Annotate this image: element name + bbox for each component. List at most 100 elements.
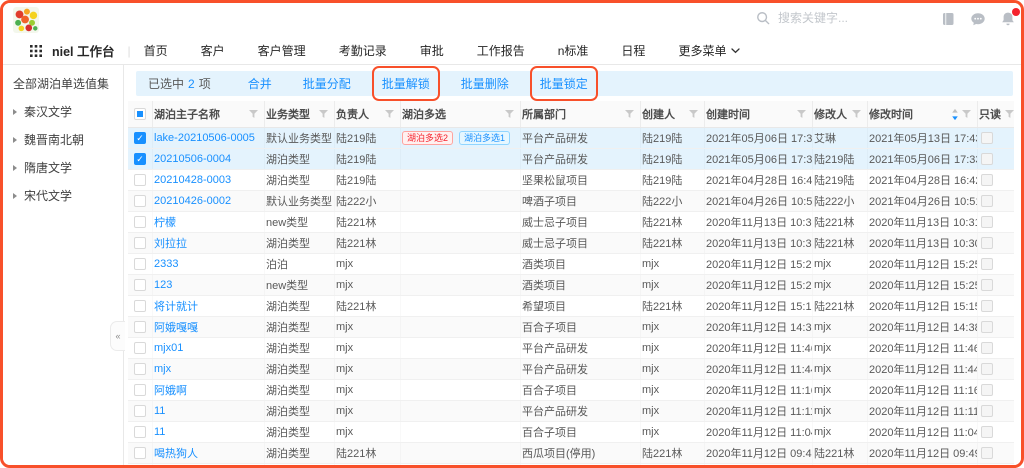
record-link[interactable]: 20210426-0002	[154, 195, 231, 207]
table-row[interactable]: 刘拉拉湖泊类型陆221林威士忌子项目陆221林2020年11月13日 10:30…	[128, 233, 1014, 254]
nav-item-more-menu[interactable]: 更多菜单	[678, 42, 740, 59]
chat-icon[interactable]	[970, 11, 986, 27]
record-link[interactable]: 11	[154, 426, 165, 438]
table-row[interactable]: 123new类型mjx酒类项目mjx2020年11月12日 15:25mjx20…	[128, 275, 1014, 296]
toolbar-action-2[interactable]: 批量分配	[303, 75, 351, 92]
readonly-checkbox[interactable]	[981, 258, 993, 270]
nav-item-2[interactable]: 客户	[201, 42, 225, 59]
table-row[interactable]: 阿娥啊湖泊类型mjx百合子项目mjx2020年11月12日 11:16mjx20…	[128, 380, 1014, 401]
row-checkbox[interactable]	[134, 258, 146, 270]
bell-icon[interactable]	[1000, 11, 1016, 27]
sidebar-tree-item-4[interactable]: 宋代文学	[13, 187, 117, 204]
filter-icon[interactable]	[962, 110, 971, 119]
app-logo-icon[interactable]	[13, 7, 39, 33]
readonly-checkbox[interactable]	[981, 237, 993, 249]
tree-expand-icon[interactable]	[13, 165, 17, 171]
row-checkbox[interactable]	[134, 447, 146, 459]
search-input[interactable]	[776, 10, 910, 26]
table-row[interactable]: 柠檬new类型陆221林威士忌子项目陆221林2020年11月13日 10:31…	[128, 212, 1014, 233]
table-row[interactable]: mjx湖泊类型mjx平台产品研发mjx2020年11月12日 11:44mjx2…	[128, 359, 1014, 380]
nav-item-6[interactable]: 工作报告	[477, 42, 525, 59]
table-row[interactable]: mjx01湖泊类型mjx平台产品研发mjx2020年11月12日 11:46mj…	[128, 338, 1014, 359]
nav-item-7[interactable]: n标准	[558, 42, 589, 59]
table-row[interactable]: 20210428-0003湖泊类型陆219陆坚果松鼠项目陆219陆2021年04…	[128, 170, 1014, 191]
readonly-checkbox[interactable]	[981, 132, 993, 144]
table-row[interactable]: 20210426-0002默认业务类型陆222小啤酒子项目陆222小2021年0…	[128, 191, 1014, 212]
readonly-checkbox[interactable]	[981, 216, 993, 228]
table-row[interactable]: 阿娥嘎嘎湖泊类型mjx百合子项目mjx2020年11月12日 14:38mjx2…	[128, 317, 1014, 338]
filter-icon[interactable]	[505, 110, 514, 119]
record-link[interactable]: 喝热狗人	[154, 445, 198, 461]
apps-grid-icon[interactable]	[30, 45, 42, 57]
record-link[interactable]: 20210428-0003	[154, 174, 231, 186]
nav-item-3[interactable]: 客户管理	[258, 42, 306, 59]
record-link[interactable]: lake-20210506-0005	[154, 132, 255, 144]
readonly-checkbox[interactable]	[981, 300, 993, 312]
row-checkbox[interactable]	[134, 216, 146, 228]
row-checkbox[interactable]	[134, 195, 146, 207]
readonly-checkbox[interactable]	[981, 279, 993, 291]
row-checkbox[interactable]	[134, 174, 146, 186]
nav-item-5[interactable]: 审批	[420, 42, 444, 59]
row-checkbox[interactable]	[134, 384, 146, 396]
table-row[interactable]: 112湖泊类型陆221林威士忌子项目陆221林2020年11月11日 21:19…	[128, 464, 1014, 468]
filter-icon[interactable]	[689, 110, 698, 119]
filter-icon[interactable]	[852, 110, 861, 119]
record-link[interactable]: 阿娥嘎嘎	[154, 319, 198, 335]
nav-item-8[interactable]: 日程	[621, 42, 645, 59]
sidebar-collapse-button[interactable]: «	[110, 321, 125, 351]
filter-icon[interactable]	[249, 110, 258, 119]
table-row[interactable]: ✓lake-20210506-0005默认业务类型陆219陆湖泊多选2湖泊多选1…	[128, 128, 1014, 149]
nav-item-1[interactable]: 首页	[144, 42, 168, 59]
row-checkbox[interactable]	[134, 237, 146, 249]
record-link[interactable]: mjx	[154, 363, 171, 375]
filter-icon[interactable]	[625, 110, 634, 119]
toolbar-action-1[interactable]: 合并	[248, 75, 272, 92]
row-checkbox[interactable]	[134, 321, 146, 333]
readonly-checkbox[interactable]	[981, 384, 993, 396]
tree-expand-icon[interactable]	[13, 193, 17, 199]
row-checkbox[interactable]: ✓	[134, 153, 146, 165]
tree-expand-icon[interactable]	[13, 137, 17, 143]
sidebar-tree-item-1[interactable]: 秦汉文学	[13, 103, 117, 120]
record-link[interactable]: 将计就计	[154, 298, 198, 314]
table-row[interactable]: 2333泊泊mjx酒类项目mjx2020年11月12日 15:25mjx2020…	[128, 254, 1014, 275]
readonly-checkbox[interactable]	[981, 153, 993, 165]
record-link[interactable]: 刘拉拉	[154, 235, 187, 251]
row-checkbox[interactable]	[134, 279, 146, 291]
record-link[interactable]: mjx01	[154, 342, 183, 354]
global-search[interactable]	[756, 10, 910, 26]
book-icon[interactable]	[940, 11, 956, 27]
record-link[interactable]: 20210506-0004	[154, 153, 231, 165]
readonly-checkbox[interactable]	[981, 342, 993, 354]
row-checkbox[interactable]	[134, 342, 146, 354]
readonly-checkbox[interactable]	[981, 321, 993, 333]
record-link[interactable]: 阿娥啊	[154, 382, 187, 398]
filter-icon[interactable]	[1005, 110, 1014, 119]
nav-item-4[interactable]: 考勤记录	[339, 42, 387, 59]
toolbar-action-5[interactable]: 批量锁定	[540, 75, 588, 92]
readonly-checkbox[interactable]	[981, 363, 993, 375]
table-row[interactable]: 喝热狗人湖泊类型陆221林西瓜项目(停用)陆221林2020年11月12日 09…	[128, 443, 1014, 464]
readonly-checkbox[interactable]	[981, 426, 993, 438]
table-row[interactable]: ✓20210506-0004湖泊类型陆219陆平台产品研发陆219陆2021年0…	[128, 149, 1014, 170]
table-row[interactable]: 11湖泊类型mjx平台产品研发mjx2020年11月12日 11:11mjx20…	[128, 401, 1014, 422]
record-link[interactable]: 11	[154, 405, 165, 417]
select-all-checkbox[interactable]	[134, 108, 146, 120]
readonly-checkbox[interactable]	[981, 174, 993, 186]
toolbar-action-4[interactable]: 批量删除	[461, 75, 509, 92]
sidebar-tree-item-2[interactable]: 魏晋南北朝	[13, 131, 117, 148]
filter-icon[interactable]	[797, 110, 806, 119]
table-row[interactable]: 11湖泊类型mjx百合子项目mjx2020年11月12日 11:04mjx202…	[128, 422, 1014, 443]
filter-icon[interactable]	[385, 110, 394, 119]
sort-icon[interactable]	[951, 108, 959, 121]
table-row[interactable]: 将计就计湖泊类型陆221林希望项目陆221林2020年11月12日 15:15陆…	[128, 296, 1014, 317]
record-link[interactable]: 123	[154, 279, 172, 291]
record-link[interactable]: 2333	[154, 258, 178, 270]
filter-icon[interactable]	[319, 110, 328, 119]
record-link[interactable]: 柠檬	[154, 214, 176, 230]
readonly-checkbox[interactable]	[981, 195, 993, 207]
toolbar-action-3[interactable]: 批量解锁	[382, 75, 430, 92]
sidebar-tree-item-3[interactable]: 隋唐文学	[13, 159, 117, 176]
row-checkbox[interactable]	[134, 426, 146, 438]
